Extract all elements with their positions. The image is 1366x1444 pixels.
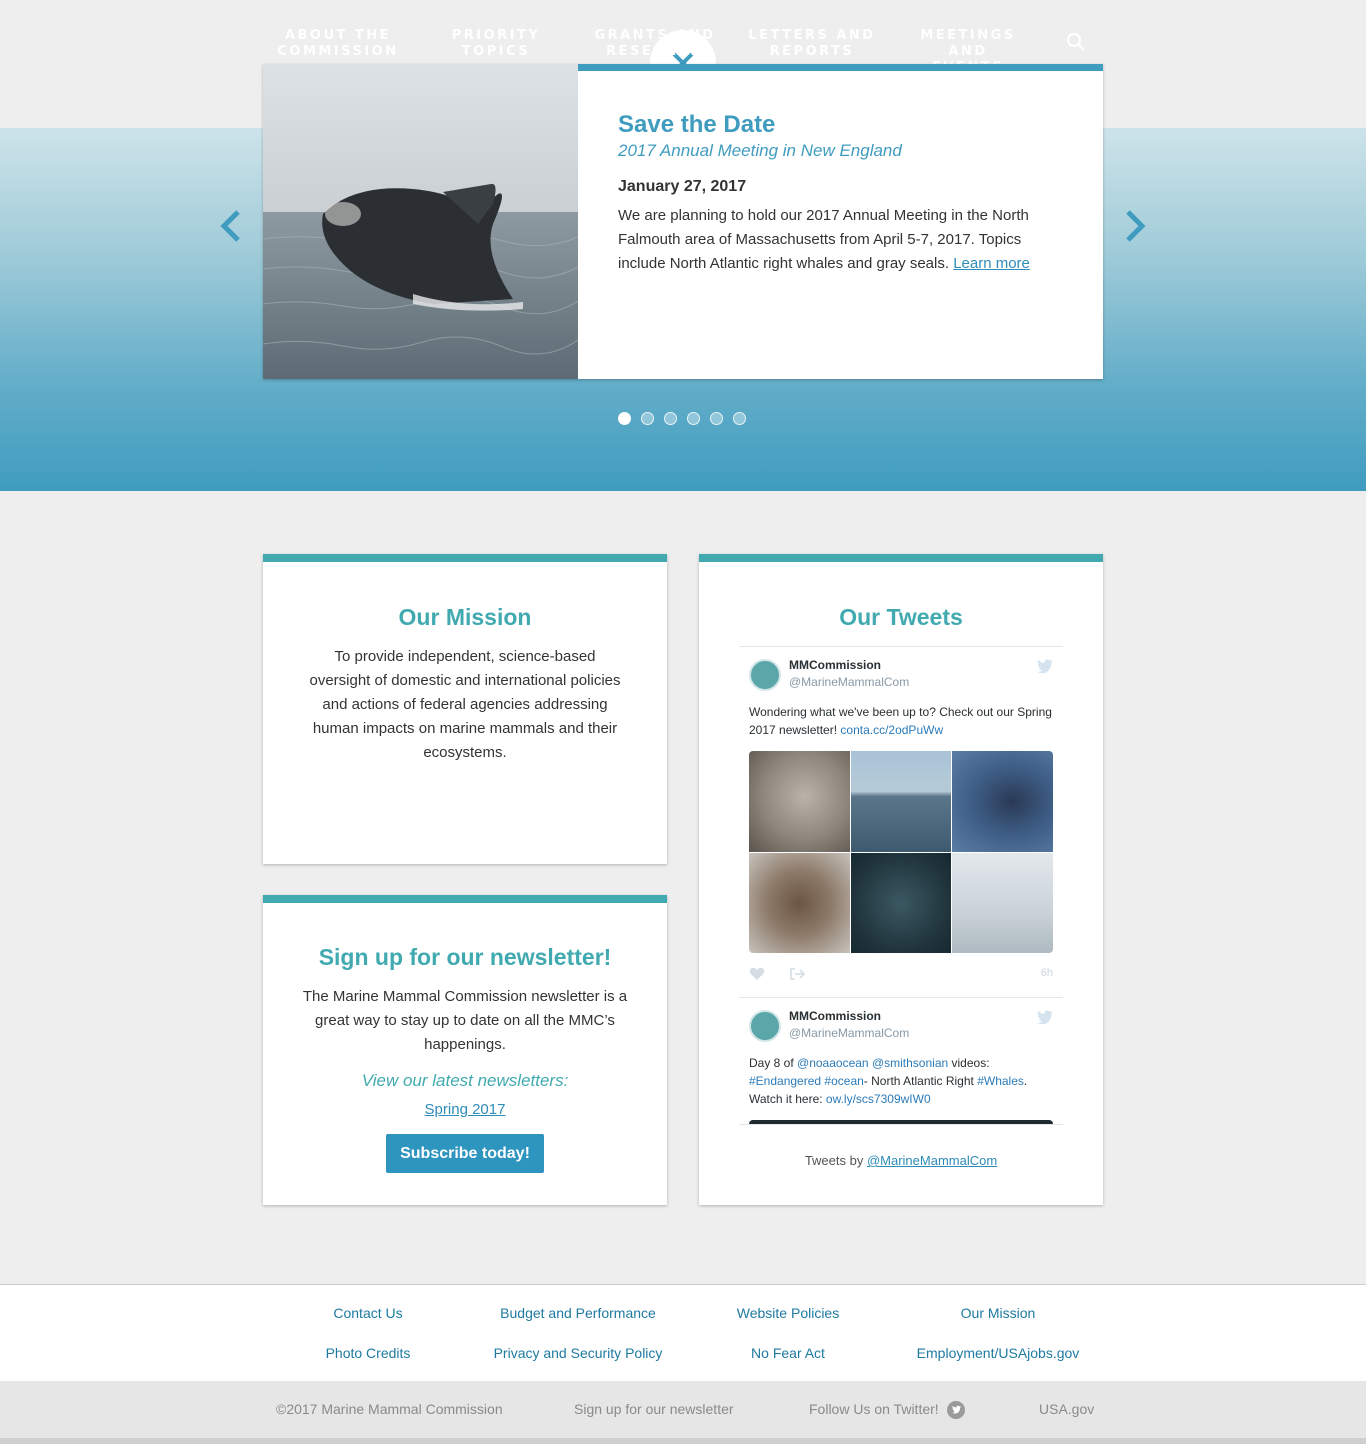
newsletter-spring-link[interactable]: Spring 2017 <box>263 1101 667 1118</box>
footer-link-contact[interactable]: Contact Us <box>263 1305 473 1321</box>
slide-subtitle: 2017 Annual Meeting in New England <box>618 141 902 160</box>
newsletter-card: Sign up for our newsletter! The Marine M… <box>263 895 667 1205</box>
tweet-text: Wondering what we've been up to? Check o… <box>749 705 1052 737</box>
footer-link-privacy[interactable]: Privacy and Security Policy <box>473 1345 683 1361</box>
footer-strip <box>0 1438 1366 1444</box>
tweet-photo-sea-lions[interactable] <box>749 852 850 953</box>
tweet-photo-grid[interactable] <box>749 751 1053 953</box>
tweet-media-preview[interactable] <box>749 1120 1053 1124</box>
tweet-actions: 6h <box>749 953 1053 997</box>
nav-about[interactable]: About the Commission <box>276 28 400 60</box>
featured-slide: Save the Date 2017 Annual Meeting in New… <box>263 64 1103 379</box>
footer-link-website-policies[interactable]: Website Policies <box>683 1305 893 1321</box>
avatar[interactable] <box>749 1010 781 1042</box>
tweet-item[interactable]: MMCommission @MarineMammalCom Day 8 of @… <box>739 998 1063 1124</box>
heart-icon[interactable] <box>749 967 765 981</box>
footer-newsletter-link[interactable]: Sign up for our newsletter <box>574 1401 734 1417</box>
tweet-link[interactable]: conta.cc/2odPuWw <box>840 723 943 737</box>
learn-more-link[interactable]: Learn more <box>953 255 1030 272</box>
twitter-bird-icon[interactable] <box>1037 1010 1053 1025</box>
search-icon[interactable] <box>1066 32 1086 52</box>
tweet-author-name[interactable]: MMCommission <box>789 657 1053 674</box>
tweet-mention-smithsonian[interactable]: @smithsonian <box>872 1056 948 1070</box>
tweet-hashtag-whales[interactable]: #Whales <box>977 1074 1024 1088</box>
mission-title: Our Mission <box>398 604 532 630</box>
twitter-bird-icon[interactable] <box>1037 659 1053 674</box>
tweet-hashtag-ocean[interactable]: #ocean <box>824 1074 863 1088</box>
tweets-footer: Tweets by @MarineMammalCom <box>804 1153 998 1168</box>
nav-letters-reports[interactable]: Letters and Reports <box>748 28 876 60</box>
nav-priority-topics[interactable]: Priority Topics <box>440 28 552 60</box>
slide-body: We are planning to hold our 2017 Annual … <box>618 207 1030 272</box>
tweets-title: Our Tweets <box>839 604 963 630</box>
tweet-item[interactable]: MMCommission @MarineMammalCom Wondering … <box>739 647 1063 998</box>
slider-dot-2[interactable] <box>641 412 654 425</box>
slide-accent-bar <box>578 64 1103 71</box>
newsletter-view-label: View our latest newsletters: <box>361 1071 569 1090</box>
newsletter-title: Sign up for our newsletter! <box>318 944 612 970</box>
avatar[interactable] <box>749 659 781 691</box>
slide-title: Save the Date <box>618 111 776 138</box>
tweet-text: Day 8 of @noaaocean @smithsonian videos:… <box>749 1056 1028 1106</box>
tweets-by-link[interactable]: @MarineMammalCom <box>867 1153 997 1168</box>
tweet-photo-orcas[interactable] <box>952 852 1053 953</box>
slider-dot-1[interactable] <box>618 412 631 425</box>
footer-bottom: ©2017 Marine Mammal Commission Sign up f… <box>0 1381 1366 1438</box>
twitter-icon[interactable] <box>947 1401 965 1419</box>
next-slide-arrow-icon[interactable] <box>1122 208 1148 244</box>
nav-grants-research[interactable]: Grants and Research <box>590 28 720 60</box>
tweet-author-name[interactable]: MMCommission <box>789 1008 1053 1025</box>
tweet-photo-seal[interactable] <box>749 751 850 852</box>
footer-link-our-mission[interactable]: Our Mission <box>893 1305 1103 1321</box>
newsletter-body: The Marine Mammal Commission newsletter … <box>302 988 628 1053</box>
tweet-mention-noaaocean[interactable]: @noaaocean <box>797 1056 869 1070</box>
tweet-author-handle[interactable]: @MarineMammalCom <box>789 1025 1053 1042</box>
footer-usagov-link[interactable]: USA.gov <box>1039 1401 1094 1417</box>
footer-link-employment[interactable]: Employment/USAjobs.gov <box>893 1345 1103 1361</box>
slider-dot-3[interactable] <box>664 412 677 425</box>
prev-slide-arrow-icon[interactable] <box>218 208 244 244</box>
footer-links: Contact Us Budget and Performance Websit… <box>0 1284 1366 1381</box>
slider-dots <box>618 412 746 425</box>
slider-dot-6[interactable] <box>733 412 746 425</box>
top-nav: About the Commission Priority Topics Grant… <box>0 0 1366 96</box>
tweet-link[interactable]: ow.ly/scs7309wIW0 <box>826 1092 931 1106</box>
mission-card: Our Mission To provide independent, scie… <box>263 554 667 864</box>
tweet-photo-right-whale[interactable] <box>952 751 1053 852</box>
footer-link-photo-credits[interactable]: Photo Credits <box>263 1345 473 1361</box>
slide-whale-image <box>263 64 578 379</box>
mission-body: To provide independent, science-based ov… <box>309 648 621 761</box>
share-icon[interactable] <box>789 967 806 981</box>
tweets-card: Our Tweets MMCommission @MarineMammalCom… <box>699 554 1103 1205</box>
tweet-time[interactable]: 6h <box>1041 967 1053 979</box>
footer-copyright: ©2017 Marine Mammal Commission <box>276 1401 503 1417</box>
tweet-author-handle[interactable]: @MarineMammalCom <box>789 674 1053 691</box>
tweet-photo-belugas[interactable] <box>850 852 952 953</box>
slide-date: January 27, 2017 <box>618 178 747 195</box>
footer-follow-twitter-link[interactable]: Follow Us on Twitter! <box>809 1401 939 1417</box>
subscribe-button[interactable]: Subscribe today! <box>386 1134 544 1173</box>
footer-link-budget[interactable]: Budget and Performance <box>473 1305 683 1321</box>
twitter-feed[interactable]: MMCommission @MarineMammalCom Wondering … <box>739 646 1063 1125</box>
footer-link-no-fear-act[interactable]: No Fear Act <box>683 1345 893 1361</box>
slider-dot-5[interactable] <box>710 412 723 425</box>
slider-dot-4[interactable] <box>687 412 700 425</box>
tweet-photo-whale-breach[interactable] <box>850 751 952 852</box>
tweet-hashtag-endangered[interactable]: #Endangered <box>749 1074 821 1088</box>
slide-content: Save the Date 2017 Annual Meeting in New… <box>618 110 1058 276</box>
